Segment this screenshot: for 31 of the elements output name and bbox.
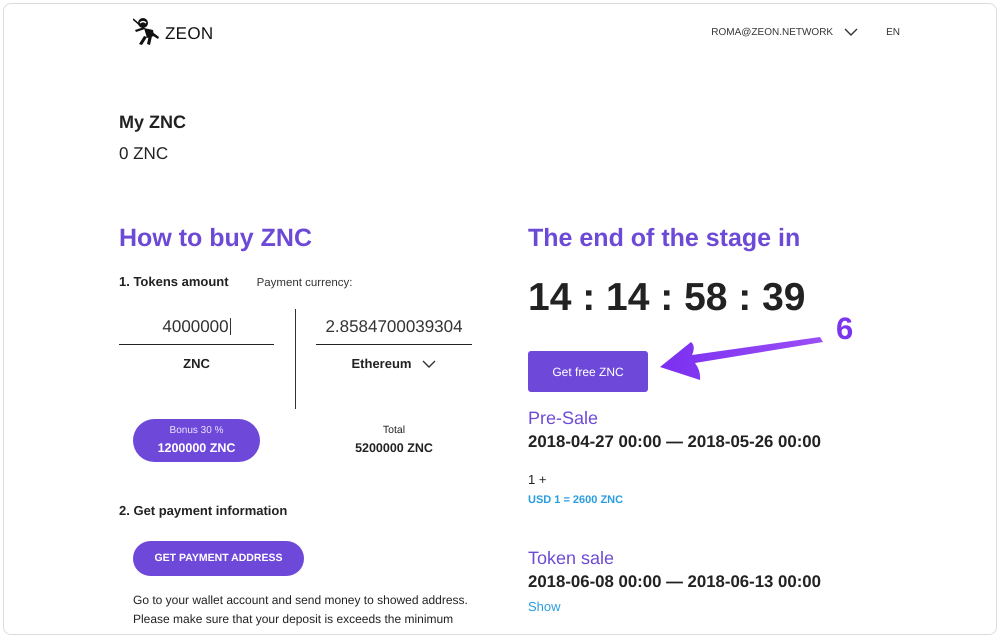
bonus-badge: Bonus 30 % 1200000 ZNC [133,419,260,462]
balance-amount: 0 ZNC [119,143,170,165]
countdown-timer: 14 : 14 : 58 : 39 [528,276,806,320]
balance-title: My ZNC [119,111,187,134]
field-label: Payment currency: [256,276,352,291]
amount-input[interactable]: 4000000 [119,309,274,346]
get-free-button[interactable]: Get free ZNC [528,351,648,392]
total-label: Total [382,424,406,438]
step-label: 2. Get payment information [119,502,288,520]
period-dates: 2018-06-08 00:00 — 2018-06-13 00:00 [528,571,822,593]
chevron-down-icon [844,28,858,36]
instruction-text: Go to your wallet account and send money to showed address. Please make sure that your deposit is exceeds the minimum [133,592,469,628]
period-title: Token sale [528,547,616,570]
person-icon [133,17,161,47]
currency-dropdown[interactable]: Ethereum [352,354,436,374]
total-amount: 5200000 ZNC [355,440,433,458]
unit-label: ZNC [183,355,210,374]
payment-amount-input[interactable]: 2.8584700039304 [316,309,472,346]
account-dropdown[interactable]: ROMA@ZEON.NETWORK [711,24,858,40]
language-button[interactable]: EN [886,24,900,40]
period-dates: 2018-04-27 00:00 — 2018-05-26 00:00 [528,431,822,453]
step-label: 1. Tokens amount [119,273,229,291]
period-title: Pre-Sale [528,407,600,430]
chevron-down-icon [422,360,436,368]
rate-text: USD 1 = 2600 ZNC [528,493,624,508]
tier-text: 1 + [528,471,548,489]
section-heading: How to buy ZNC [119,223,314,254]
section-heading: The end of the stage in [528,223,802,254]
annotation-number: 6 [836,313,854,344]
payment-address-button[interactable]: GET PAYMENT ADDRESS [133,541,304,576]
logo-text: ZEON [165,25,214,42]
